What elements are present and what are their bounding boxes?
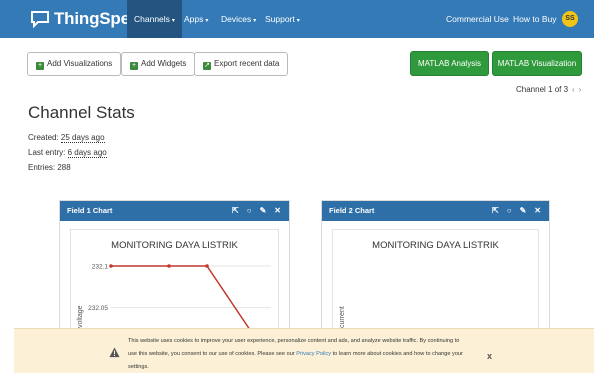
channel-pager: Channel 1 of 3 ‹ › <box>516 85 581 94</box>
plus-icon: + <box>130 62 138 70</box>
user-avatar[interactable]: SS <box>562 11 578 27</box>
add-visualizations-button[interactable]: + Add Visualizations <box>27 52 122 76</box>
caret-down-icon: ▾ <box>253 18 257 24</box>
add-visualizations-label: Add Visualizations <box>47 59 113 68</box>
field-1-panel-header: Field 1 Chart ⇱ ○ ✎ ✕ <box>60 201 289 221</box>
pencil-icon[interactable]: ✎ <box>260 206 267 215</box>
nav-channels[interactable]: Channels ▾ <box>127 0 182 38</box>
pencil-icon[interactable]: ✎ <box>520 206 527 215</box>
close-icon[interactable]: ✕ <box>274 206 281 215</box>
field-2-title: Field 2 Chart <box>329 206 375 215</box>
add-widgets-label: Add Widgets <box>141 59 187 68</box>
plus-icon: + <box>36 62 44 70</box>
last-entry-value: 6 days ago <box>67 148 107 158</box>
y-axis-label: current <box>339 306 346 328</box>
cookie-line-2-end: to learn more about cookies and how to c… <box>331 351 463 357</box>
caret-down-icon: ▾ <box>296 18 300 24</box>
external-link-icon[interactable]: ⇱ <box>232 206 239 215</box>
chart-title: MONITORING DAYA LISTRIK <box>372 240 499 251</box>
cookie-line-2-start: use this website, you consent to our use… <box>128 351 297 357</box>
cookie-line-2: use this website, you consent to our use… <box>128 348 488 361</box>
y-tick-label: 232.05 <box>88 305 108 312</box>
caret-down-icon: ▾ <box>171 18 175 24</box>
cookie-line-3: settings. <box>128 364 149 370</box>
cookie-message: This website uses cookies to improve you… <box>128 335 488 373</box>
export-icon: ↗ <box>203 62 211 70</box>
last-entry-row: Last entry: 6 days ago <box>28 148 107 158</box>
nav-devices[interactable]: Devices ▾ <box>221 0 256 38</box>
page-title: Channel Stats <box>28 103 135 122</box>
panel-toolbar: ⇱ ○ ✎ ✕ <box>484 201 541 221</box>
matlab-visualization-button[interactable]: MATLAB Visualization <box>492 51 582 76</box>
export-recent-data-button[interactable]: ↗ Export recent data <box>194 52 289 76</box>
add-widgets-button[interactable]: + Add Widgets <box>121 52 196 76</box>
nav-support-label: Support <box>265 14 295 24</box>
created-value: 25 days ago <box>60 133 105 143</box>
pager-label: Channel 1 of 3 <box>516 85 569 94</box>
warning-icon <box>109 347 120 358</box>
external-link-icon[interactable]: ⇱ <box>492 206 499 215</box>
export-recent-data-label: Export recent data <box>214 59 280 68</box>
nav-apps[interactable]: Apps ▾ <box>184 0 208 38</box>
cookie-close-button[interactable]: x <box>487 351 492 361</box>
created-row: Created: 25 days ago <box>28 133 105 143</box>
data-point[interactable] <box>167 264 171 268</box>
created-label: Created: <box>28 133 59 142</box>
chevron-right-icon[interactable]: › <box>579 85 582 94</box>
cookie-banner: This website uses cookies to improve you… <box>14 328 594 373</box>
nav-channels-label: Channels <box>134 14 170 24</box>
nav-devices-label: Devices <box>221 14 252 24</box>
comment-icon[interactable]: ○ <box>507 206 512 215</box>
cookie-line-1: This website uses cookies to improve you… <box>128 338 460 344</box>
nav-apps-label: Apps <box>184 14 204 24</box>
field-1-title: Field 1 Chart <box>67 206 113 215</box>
nav-how-to-buy[interactable]: How to Buy <box>513 0 556 38</box>
field-2-panel-header: Field 2 Chart ⇱ ○ ✎ ✕ <box>322 201 549 221</box>
panel-toolbar: ⇱ ○ ✎ ✕ <box>224 201 281 221</box>
close-icon[interactable]: ✕ <box>534 206 541 215</box>
nav-support[interactable]: Support ▾ <box>265 0 300 38</box>
matlab-analysis-button[interactable]: MATLAB Analysis <box>410 51 489 76</box>
top-navbar: ThingSpeak ™ Channels▾ Apps▾ Devices▾ Su… <box>0 0 594 38</box>
chevron-left-icon[interactable]: ‹ <box>572 85 575 94</box>
last-entry-label: Last entry: <box>28 148 66 157</box>
y-tick-label: 232.1 <box>92 264 109 271</box>
chat-bubble-icon <box>31 11 49 28</box>
nav-commercial-use[interactable]: Commercial Use <box>446 0 509 38</box>
entries-count: Entries: 288 <box>28 163 71 172</box>
data-point[interactable] <box>205 264 209 268</box>
comment-icon[interactable]: ○ <box>247 206 252 215</box>
data-point[interactable] <box>109 264 113 268</box>
privacy-policy-link[interactable]: Privacy Policy <box>296 351 331 357</box>
caret-down-icon: ▾ <box>205 18 209 24</box>
